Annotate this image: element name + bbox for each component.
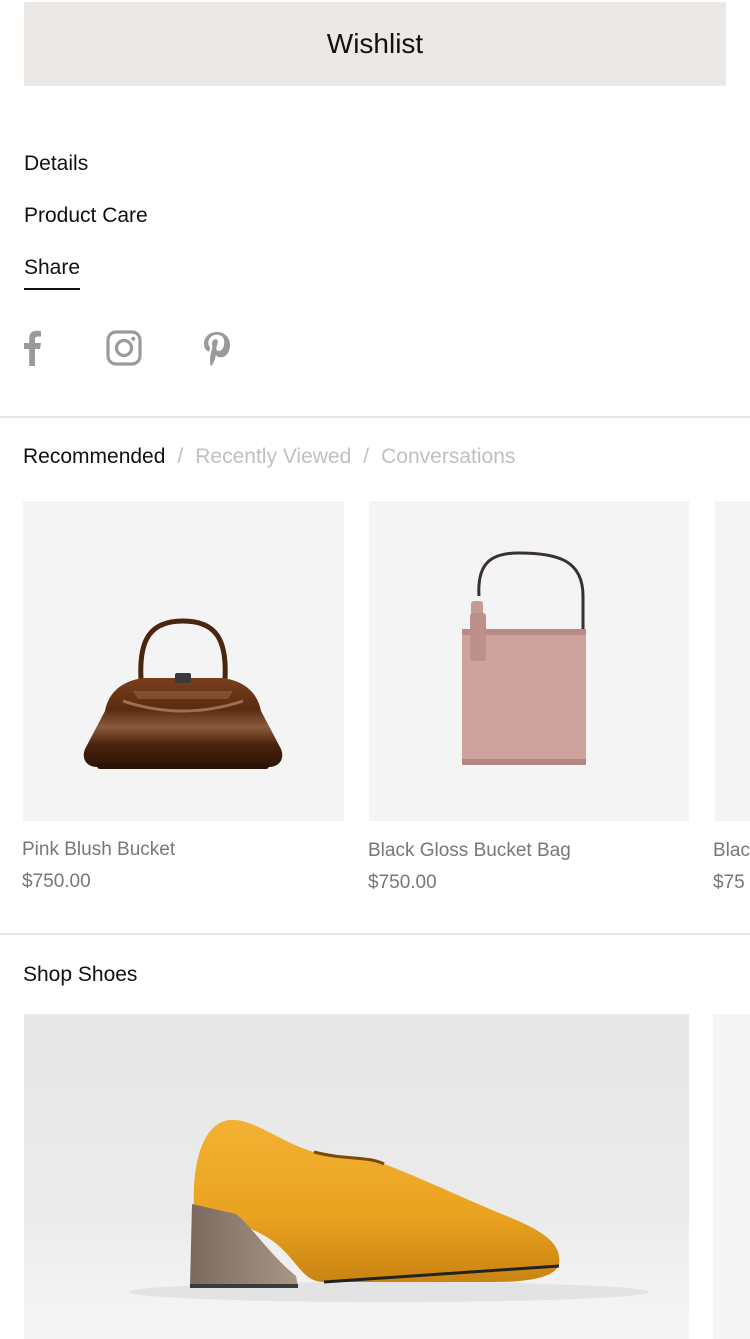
shoe-product-image[interactable] — [713, 1014, 750, 1339]
facebook-icon[interactable] — [22, 330, 42, 372]
section-divider — [0, 416, 750, 418]
pinterest-icon[interactable] — [201, 330, 233, 372]
product-price: $75 — [713, 872, 745, 893]
tab-separator: / — [177, 445, 184, 468]
shop-shoes-title: Shop Shoes — [23, 963, 138, 986]
share-link[interactable]: Share — [24, 256, 81, 290]
shoe-product-image[interactable] — [24, 1014, 689, 1339]
details-link[interactable]: Details — [24, 152, 88, 176]
product-image[interactable] — [23, 501, 344, 821]
product-care-link[interactable]: Product Care — [24, 204, 148, 228]
product-price: $750.00 — [368, 872, 437, 893]
product-name[interactable]: Blac — [713, 840, 750, 862]
product-image[interactable] — [715, 501, 750, 821]
product-price: $750.00 — [22, 871, 91, 892]
tab-recommended[interactable]: Recommended — [23, 445, 165, 469]
product-image[interactable] — [369, 501, 689, 821]
product-name[interactable]: Pink Blush Bucket — [22, 839, 175, 861]
tab-conversations[interactable]: Conversations — [381, 445, 515, 469]
section-divider — [0, 933, 750, 935]
product-name[interactable]: Black Gloss Bucket Bag — [368, 840, 571, 862]
tab-recently-viewed[interactable]: Recently Viewed — [195, 445, 351, 469]
tab-separator: / — [363, 445, 370, 468]
wishlist-button[interactable]: Wishlist — [24, 2, 726, 86]
recommendation-tabs: Recommended / Recently Viewed / Conversation… — [23, 445, 515, 469]
instagram-icon[interactable] — [106, 330, 142, 372]
